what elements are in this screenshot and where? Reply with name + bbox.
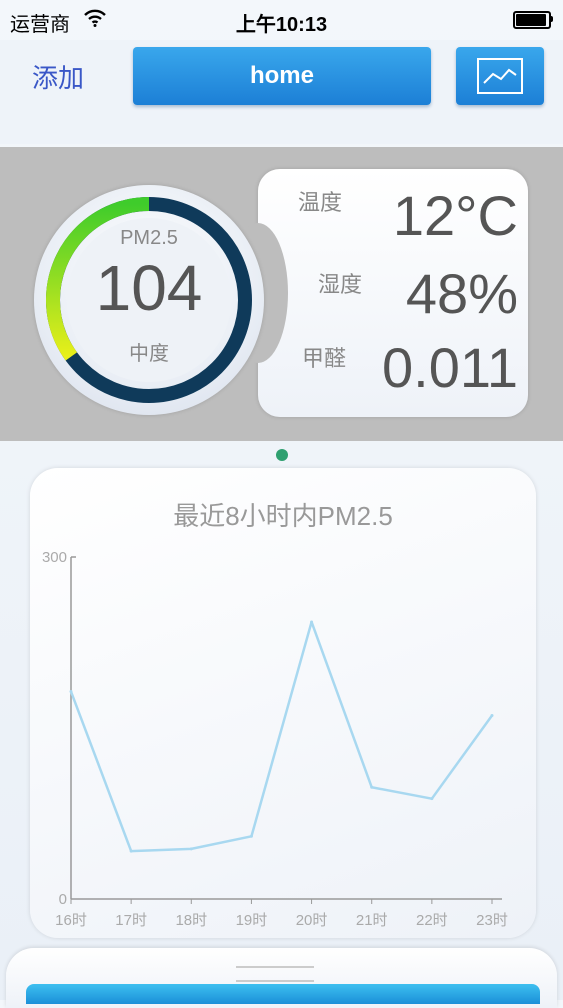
- sensor-panel: 温度 12°C 湿度 48% 甲醛 0.011 PM2.5 104 中度: [0, 147, 563, 441]
- temperature-value: 12°C: [392, 184, 518, 247]
- data-point: [430, 797, 434, 801]
- add-button[interactable]: 添加: [32, 58, 84, 95]
- y-tick-label-0: 0: [59, 891, 67, 908]
- formaldehyde-label: 甲醛: [302, 346, 347, 371]
- readings-card: 温度 12°C 湿度 48% 甲醛 0.011: [228, 169, 528, 417]
- x-tick-label: 23时: [476, 912, 508, 929]
- data-point: [370, 785, 374, 789]
- humidity-value: 48%: [405, 262, 518, 325]
- data-point: [490, 713, 494, 717]
- formaldehyde-value: 0.011: [382, 336, 518, 399]
- pm25-line-chart: 300 0 16时 17时 18时 19时 20时 21时 22时 23时: [42, 549, 508, 929]
- line-chart-icon: [477, 58, 523, 94]
- top-navigation: 添加 home: [0, 40, 563, 144]
- x-tick-label: 19时: [236, 912, 268, 929]
- x-tick-label: 17时: [115, 912, 147, 929]
- data-point: [310, 620, 314, 624]
- x-tick-label: 22时: [416, 912, 448, 929]
- humidity-label: 湿度: [318, 272, 363, 297]
- pm25-value: 104: [95, 252, 203, 324]
- x-tick-label: 20时: [296, 912, 328, 929]
- x-tick-label: 21时: [356, 912, 388, 929]
- pm25-label: PM2.5: [120, 227, 178, 249]
- page-indicator-dot[interactable]: [276, 449, 288, 461]
- temperature-label: 温度: [298, 190, 343, 215]
- chart-view-button[interactable]: [456, 47, 544, 105]
- data-point: [129, 849, 133, 853]
- x-tick-label: 18时: [175, 912, 207, 929]
- home-title-button[interactable]: home: [133, 47, 431, 105]
- bottom-action-bar[interactable]: [26, 984, 540, 1004]
- pm25-history-card: 最近8小时内PM2.5 300 0 16时 17时 18时 19时 20时 21时 22时 23时: [30, 468, 536, 938]
- pm25-level: 中度: [129, 343, 169, 365]
- y-tick-label-300: 300: [42, 549, 67, 566]
- x-tick-label: 16时: [55, 912, 87, 929]
- battery-icon: [513, 11, 553, 29]
- status-bar: 运营商 上午10:13: [0, 0, 563, 40]
- status-time: 上午10:13: [235, 14, 328, 36]
- data-point: [189, 847, 193, 851]
- pm25-series-line: [69, 620, 494, 853]
- data-point: [69, 690, 73, 694]
- drawer-handle-icon[interactable]: [236, 966, 314, 982]
- data-point: [249, 834, 253, 838]
- pm25-gauge: PM2.5 104 中度: [34, 185, 264, 415]
